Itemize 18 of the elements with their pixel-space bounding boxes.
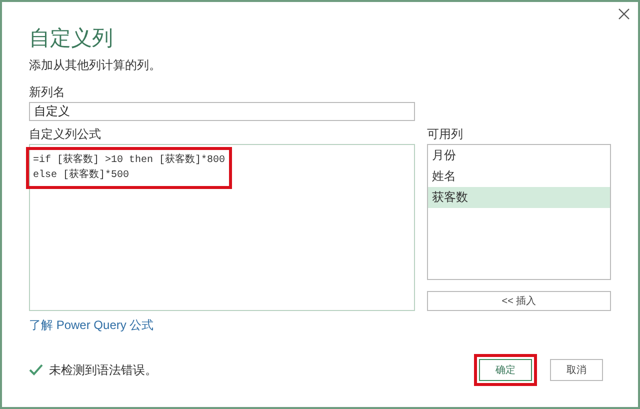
column-list-item[interactable]: 获客数 [428, 187, 610, 208]
formula-line: else [获客数]*500 [33, 168, 130, 183]
column-list-item[interactable]: 姓名 [428, 166, 610, 187]
formula-field[interactable]: =if [获客数] >10 then [获客数]*800 else [获客数]*500 [29, 144, 415, 311]
cancel-button[interactable]: 取消 [550, 359, 603, 381]
field-label: 新列名 [29, 85, 66, 100]
field-label: 可用列 [427, 127, 464, 142]
ok-button[interactable]: 确定 [479, 359, 532, 381]
field-label: 自定义列公式 [29, 127, 102, 142]
column-name-field[interactable]: 自定义 [29, 102, 415, 121]
insert-button[interactable]: << 插入 [427, 291, 611, 311]
close-icon[interactable] [618, 8, 630, 20]
dialog-subtitle: 添加从其他列计算的列。 [29, 58, 162, 73]
dialog-title: 自定义列 [29, 26, 114, 52]
learn-link[interactable]: 了解 Power Query 公式 [29, 317, 154, 334]
status-text: 未检测到语法错误。 [49, 362, 157, 378]
formula-line: =if [获客数] >10 then [获客数]*800 [33, 153, 226, 168]
column-list-item[interactable]: 月份 [428, 145, 610, 166]
